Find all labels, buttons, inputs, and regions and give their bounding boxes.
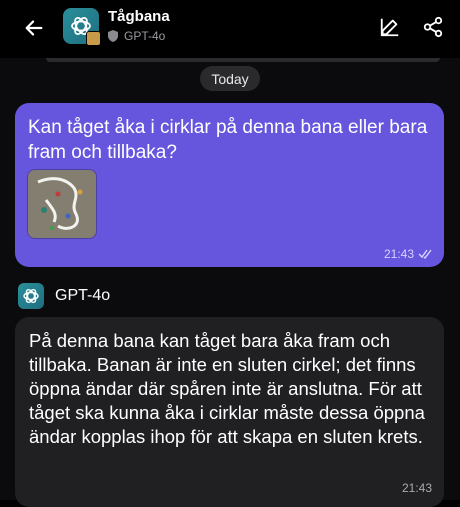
double-check-icon	[418, 249, 432, 259]
previous-message-edge	[46, 58, 440, 62]
track-photo	[28, 170, 96, 238]
user-message[interactable]: Kan tåget åka i cirklar på denna bana el…	[15, 103, 444, 267]
chat-title[interactable]: Tågbana	[108, 8, 170, 25]
back-button[interactable]	[18, 12, 50, 44]
date-chip: Today	[200, 66, 260, 91]
share-icon	[423, 16, 443, 38]
chat-avatar[interactable]	[63, 8, 101, 46]
bot-header: GPT-4o	[18, 283, 110, 309]
user-message-meta: 21:43	[384, 247, 432, 261]
arrow-left-icon	[25, 20, 43, 36]
project-badge	[86, 31, 101, 46]
share-button[interactable]	[420, 14, 446, 40]
user-message-time: 21:43	[383, 247, 414, 261]
bot-message-text: På denna bana kan tåget bara åka fram oc…	[29, 330, 425, 447]
bot-avatar	[18, 283, 44, 309]
attached-image[interactable]	[27, 169, 97, 239]
bot-message-time: 21:43	[401, 481, 432, 495]
bot-message[interactable]: På denna bana kan tåget bara åka fram oc…	[15, 317, 444, 507]
user-message-text: Kan tåget åka i cirklar på denna bana el…	[28, 117, 428, 163]
edit-button[interactable]	[377, 14, 403, 40]
openai-logo-icon	[23, 288, 39, 304]
edit-icon	[380, 18, 399, 37]
model-name: GPT-4o	[124, 29, 166, 43]
app-header: Tågbana GPT-4o	[0, 0, 460, 56]
shield-icon	[108, 30, 118, 42]
bot-name: GPT-4o	[55, 287, 111, 304]
model-label[interactable]: GPT-4o	[108, 29, 165, 43]
